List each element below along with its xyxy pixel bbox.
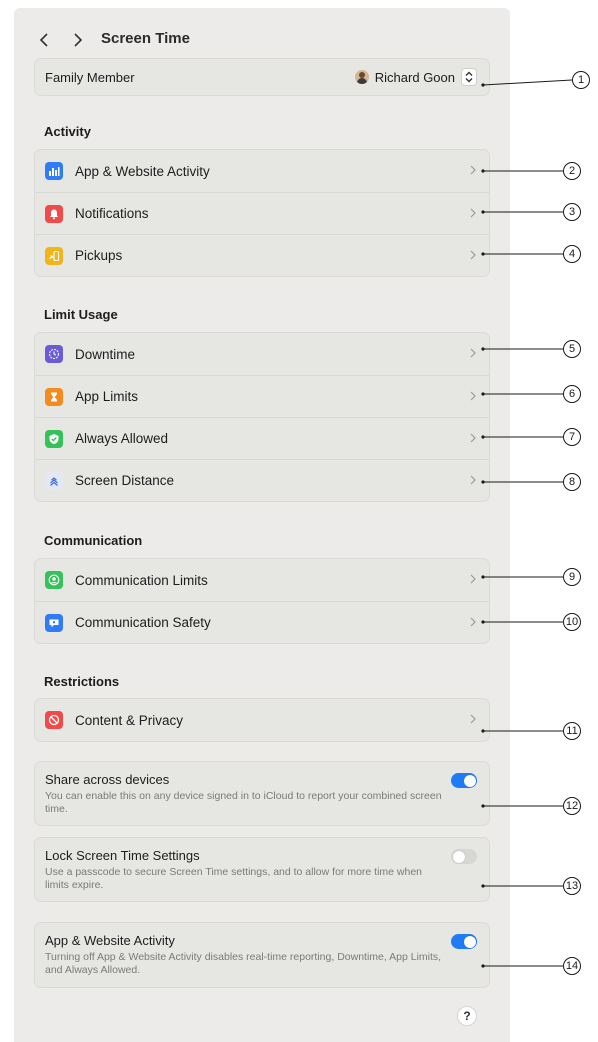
no-entry-icon: [45, 711, 63, 729]
family-member-label: Family Member: [45, 69, 135, 85]
settings-row[interactable]: Content & Privacy: [35, 699, 489, 741]
forward-button[interactable]: [66, 28, 90, 52]
updown-stepper[interactable]: [461, 68, 477, 86]
callout-number: 13: [563, 877, 581, 895]
chat-bubble-icon: [45, 613, 63, 632]
help-button[interactable]: ?: [457, 1006, 477, 1026]
row-label: Communication Limits: [75, 572, 208, 588]
back-button[interactable]: [32, 28, 56, 52]
section-activity: Activity: [44, 124, 91, 139]
settings-row[interactable]: Screen Distance: [35, 459, 489, 501]
row-label: Content & Privacy: [75, 712, 184, 728]
section-restrictions: Restrictions: [44, 674, 120, 689]
person-circle-icon: [45, 571, 63, 589]
row-label: App & Website Activity: [75, 163, 210, 179]
family-member-group: Family Member Richard Goon: [34, 58, 490, 96]
hourglass-icon: [45, 387, 63, 406]
pickup-icon: [45, 246, 63, 265]
toggle-title: Share across devices: [45, 772, 170, 787]
chevron-right-icon: [470, 391, 476, 401]
callout-number: 1: [572, 71, 590, 89]
settings-row[interactable]: App Limits: [35, 375, 489, 417]
row-label: Always Allowed: [75, 431, 169, 446]
toggle-card-body: App & Website Activity Turning off App &…: [35, 923, 489, 987]
share-across-devices-toggle[interactable]: [451, 773, 477, 788]
checkmark-shield-icon: [45, 429, 63, 448]
chevron-right-icon: [74, 33, 83, 47]
row-label: Downtime: [75, 346, 136, 362]
callout-number: 11: [563, 722, 581, 740]
lock-screen-time-toggle[interactable]: [451, 849, 477, 864]
family-member-row: Family Member Richard Goon: [35, 59, 489, 95]
section-communication: Communication: [44, 533, 143, 548]
row-label: Communication Safety: [75, 615, 211, 630]
row-label: Pickups: [75, 248, 123, 263]
settings-row[interactable]: Downtime: [35, 333, 489, 375]
chevron-right-icon: [470, 433, 476, 443]
callout-number: 3: [563, 203, 581, 221]
chevron-right-icon: [470, 165, 476, 175]
callout-number: 9: [563, 568, 581, 586]
row-label: App Limits: [75, 389, 139, 404]
chevron-right-icon: [470, 208, 476, 218]
row-label: Notifications: [75, 206, 149, 221]
toggle-knob: [463, 935, 476, 948]
downtime-icon: [45, 345, 63, 363]
settings-panel: Screen Time Family Member Richard Goon A…: [14, 8, 510, 1042]
chevron-right-icon: [470, 617, 476, 627]
toggle-title: App & Website Activity: [45, 933, 175, 948]
toggle-title: Lock Screen Time Settings: [45, 848, 200, 863]
toggle-knob: [452, 850, 465, 863]
callout-number: 5: [563, 340, 581, 358]
settings-row[interactable]: Pickups: [35, 234, 489, 276]
toggle-description: You can enable this on any device signed…: [45, 790, 442, 815]
limit-usage-group: Downtime App Limits Always Allowed Screen D…: [34, 332, 490, 502]
callout-number: 10: [563, 613, 581, 631]
row-label: Screen Distance: [75, 473, 175, 488]
settings-row[interactable]: App & Website Activity: [35, 150, 489, 192]
toggle-description: Use a passcode to secure Screen Time set…: [45, 866, 423, 891]
activity-group: App & Website Activity Notifications Picku…: [34, 149, 490, 277]
settings-row[interactable]: Communication Safety: [35, 601, 489, 643]
bell-icon: [45, 204, 63, 223]
chevron-right-icon: [470, 714, 476, 724]
app-website-activity-card: App & Website Activity Turning off App &…: [34, 922, 490, 988]
callout-number: 12: [563, 797, 581, 815]
callout-number: 2: [563, 162, 581, 180]
communication-group: Communication Limits Communication Safety: [34, 558, 490, 644]
toggle-card-body: Share across devices You can enable this…: [35, 762, 489, 825]
settings-row[interactable]: Communication Limits: [35, 559, 489, 601]
bar-chart-icon: [45, 162, 63, 180]
nav-bar: Screen Time: [14, 28, 510, 52]
toggle-knob: [463, 774, 476, 787]
settings-row[interactable]: Notifications: [35, 192, 489, 234]
callout-number: 4: [563, 245, 581, 263]
callout-number: 8: [563, 473, 581, 491]
section-limit-usage: Limit Usage: [44, 307, 118, 322]
lock-screen-time-card: Lock Screen Time Settings Use a passcode…: [34, 837, 490, 902]
chevron-left-icon: [39, 33, 48, 47]
chevron-updown-icon: [465, 71, 473, 83]
chevron-right-icon: [470, 250, 476, 260]
page-title: Screen Time: [101, 30, 190, 47]
chevron-right-icon: [470, 574, 476, 584]
member-name: Richard Goon: [374, 69, 455, 85]
toggle-description: Turning off App & Website Activity disab…: [45, 951, 442, 976]
family-member-selector[interactable]: Richard Goon: [354, 68, 477, 86]
chevron-right-icon: [470, 348, 476, 358]
avatar: [354, 70, 369, 84]
app-website-activity-toggle[interactable]: [451, 934, 477, 949]
chevron-right-icon: [470, 475, 476, 485]
screen-distance-icon: [45, 471, 63, 490]
restrictions-group: Content & Privacy: [34, 698, 490, 742]
callout-number: 6: [563, 385, 581, 403]
callout-number: 14: [563, 957, 581, 975]
settings-row[interactable]: Always Allowed: [35, 417, 489, 459]
toggle-card-body: Lock Screen Time Settings Use a passcode…: [35, 838, 489, 901]
callout-number: 7: [563, 428, 581, 446]
share-across-devices-card: Share across devices You can enable this…: [34, 761, 490, 826]
